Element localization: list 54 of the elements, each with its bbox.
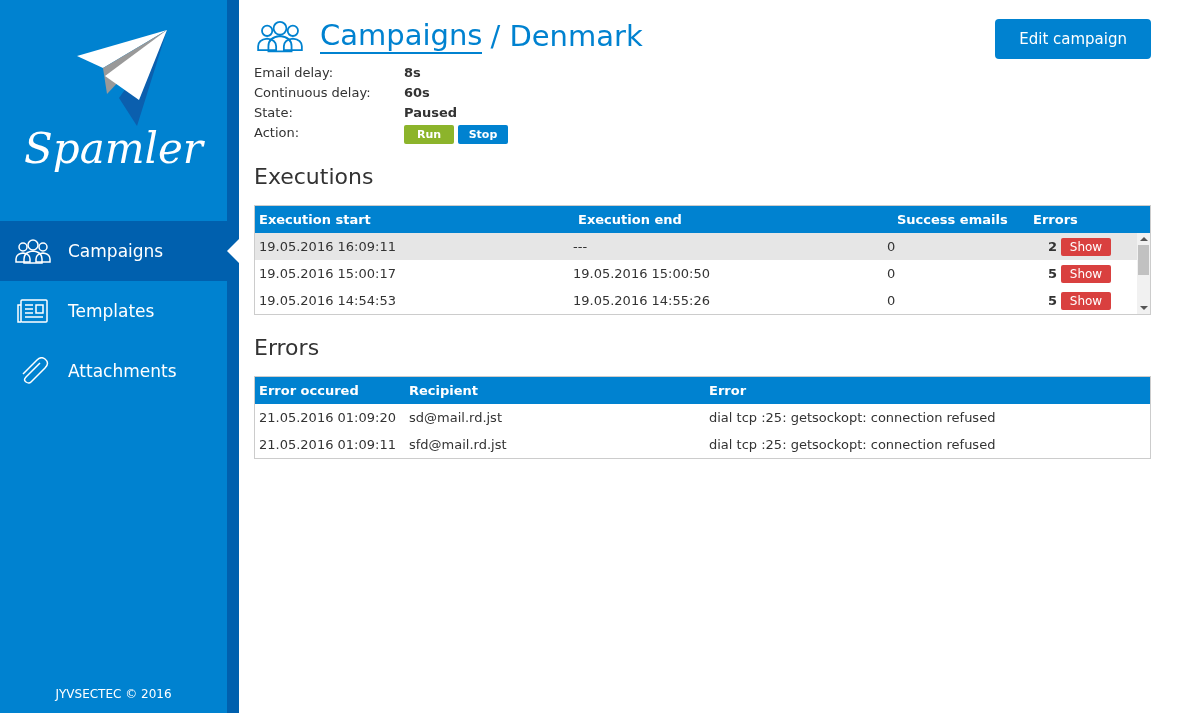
scroll-down-icon[interactable] — [1139, 305, 1148, 311]
column-header: Errors — [1033, 212, 1079, 227]
show-button[interactable]: Show — [1061, 264, 1111, 283]
table-cell-text: 0 — [887, 266, 897, 281]
table-cell-text: --- — [573, 239, 589, 254]
table-cell-text: 19.05.2016 14:55:26 — [573, 293, 711, 308]
error-count: 5 — [1046, 293, 1057, 308]
error-count: 5 — [1046, 266, 1057, 281]
table-cell-text: 19.05.2016 15:00:17 — [259, 266, 397, 281]
detail-label: Continuous delay: — [254, 85, 372, 100]
scroll-up-icon[interactable] — [1139, 236, 1148, 242]
column-header: Error occured — [259, 383, 360, 398]
table-cell-text: 0 — [887, 293, 897, 308]
edit-campaign-button[interactable]: Edit campaign — [995, 19, 1151, 59]
nav-item[interactable]: Templates — [0, 281, 227, 341]
section-heading: Errors — [254, 335, 321, 360]
page-title: / Denmark — [490, 19, 643, 53]
table-cell-text: dial tcp :25: getsockopt: connection refused — [709, 410, 997, 425]
table-row[interactable]: 19.05.2016 16:09:11 --- 0 2 Show — [255, 233, 1137, 260]
scrollbar[interactable] — [1137, 233, 1150, 314]
detail-label: State: — [254, 105, 294, 120]
detail-value: 8s — [404, 65, 422, 80]
section-heading: Executions — [254, 164, 375, 189]
column-header: Execution start — [259, 212, 372, 227]
people-icon — [254, 18, 306, 54]
table-cell-text: sfd@mail.rd.jst — [409, 437, 508, 452]
nav-item[interactable]: Attachments — [0, 341, 227, 401]
table-cell-text: 19.05.2016 14:54:53 — [259, 293, 397, 308]
table-cell-text: sd@mail.rd.jst — [409, 410, 503, 425]
footer-text: JYVSECTEC © 2016 — [54, 687, 173, 703]
logo-text: Spamler — [24, 126, 203, 173]
table-row[interactable]: 19.05.2016 14:54:53 19.05.2016 14:55:26 0 5 Show — [255, 287, 1137, 314]
stop-button[interactable]: Stop — [458, 125, 508, 144]
table-cell-text: 0 — [887, 239, 897, 254]
table-cell-text: 21.05.2016 01:09:20 — [259, 410, 397, 425]
column-header: Recipient — [409, 383, 480, 398]
detail-value: Paused — [404, 105, 459, 120]
table-cell-text: dial tcp :25: getsockopt: connection refused — [709, 437, 997, 452]
show-button[interactable]: Show — [1061, 237, 1111, 256]
column-header: Error — [709, 383, 748, 398]
run-button[interactable]: Run — [404, 125, 454, 144]
show-button[interactable]: Show — [1061, 291, 1111, 310]
detail-label: Action: — [254, 125, 301, 142]
table-cell-text: 19.05.2016 16:09:11 — [259, 239, 397, 254]
error-count: 2 — [1046, 239, 1057, 254]
people-icon — [14, 237, 52, 265]
table-cell-text: 19.05.2016 15:00:50 — [573, 266, 711, 281]
detail-label: Email delay: — [254, 65, 335, 80]
breadcrumb-link[interactable]: Campaigns — [320, 18, 483, 54]
column-header: Execution end — [578, 212, 683, 227]
table-row[interactable]: 19.05.2016 15:00:17 19.05.2016 15:00:50 0 5 Show — [255, 260, 1137, 287]
detail-value: 60s — [404, 85, 431, 100]
column-header: Success emails — [897, 212, 1009, 227]
table-cell-text: 21.05.2016 01:09:11 — [259, 437, 397, 452]
